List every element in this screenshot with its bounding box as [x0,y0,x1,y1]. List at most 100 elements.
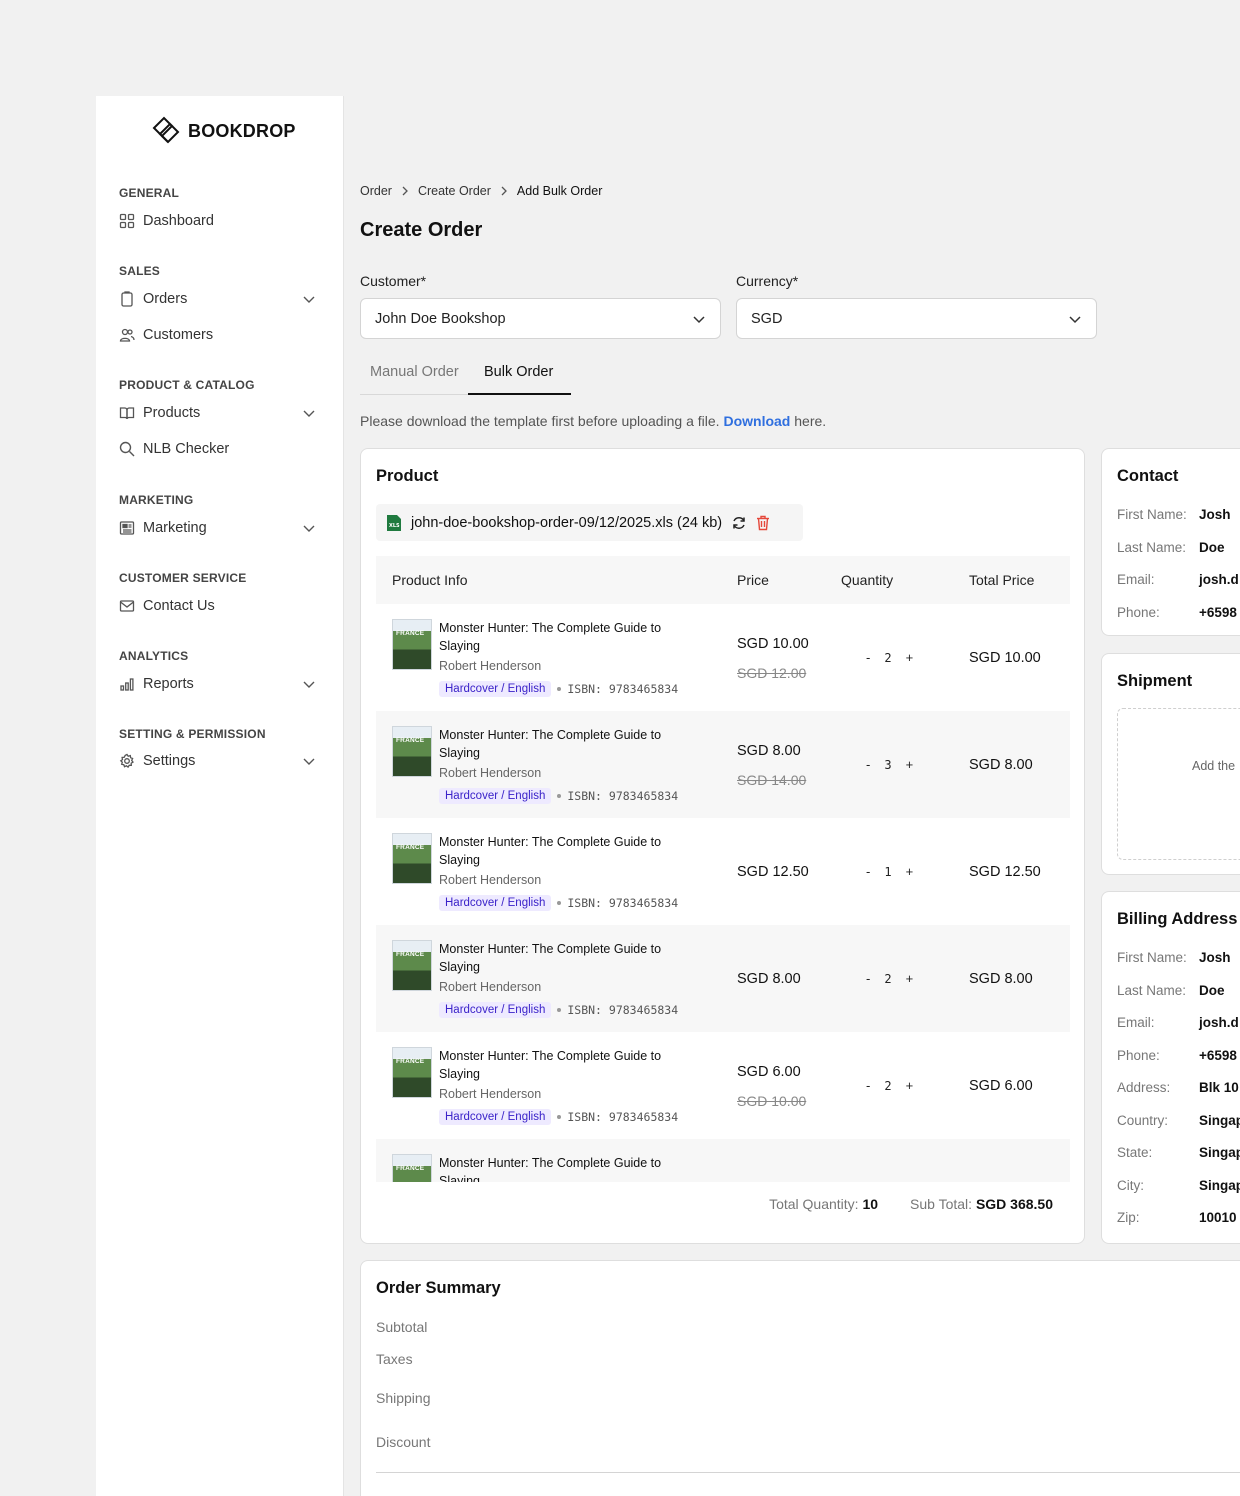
brand-logo[interactable]: BOOKDROP [150,114,296,148]
shipment-card-title: Shipment [1117,672,1193,690]
increase-quantity-button[interactable]: + [906,1078,914,1093]
product-title[interactable]: Monster Hunter: The Complete Guide to Sl… [439,619,689,655]
book-cover-image [392,833,432,884]
billing-email: Email: josh.d [1117,1015,1239,1030]
template-hint: Please download the template first befor… [360,413,826,429]
sidebar-item-reports[interactable]: Reports [119,676,324,692]
decrease-quantity-button[interactable]: - [866,650,870,665]
table-row: Monster Hunter: The Complete Guide to Sl… [376,1139,1070,1182]
sidebar-item-orders[interactable]: Orders [119,291,324,307]
quantity-value[interactable]: 3 [884,758,891,772]
summary-discount-label: Discount [376,1434,431,1450]
product-title[interactable]: Monster Hunter: The Complete Guide to Sl… [439,726,689,762]
chevron-down-icon[interactable] [302,521,316,535]
product-title[interactable]: Monster Hunter: The Complete Guide to Sl… [439,940,689,976]
quantity-value[interactable]: 2 [884,972,891,986]
product-total-price: SGD 12.50 [969,864,1041,880]
billing-city: City: Singap [1117,1178,1240,1193]
sidebar-item-label: Customers [143,327,214,343]
customer-select-value: John Doe Bookshop [375,310,506,327]
product-isbn: ISBN: 9783465834 [567,789,679,803]
product-table-body: Monster Hunter: The Complete Guide to Sl… [376,604,1070,1182]
book-cover-image [392,1154,432,1182]
sidebar-item-contact-us[interactable]: Contact Us [119,598,324,614]
chevron-down-icon[interactable] [302,677,316,691]
sub-total: Sub Total: SGD 368.50 [910,1196,1053,1212]
customer-select[interactable]: John Doe Bookshop [360,298,721,339]
field-value: +6598 [1199,1048,1237,1063]
field-label: Zip: [1117,1210,1140,1225]
chevron-down-icon [1069,315,1081,323]
sidebar-item-products[interactable]: Products [119,405,324,421]
separator-dot [557,687,562,691]
increase-quantity-button[interactable]: + [906,650,914,665]
total-quantity-label: Total Quantity: [769,1196,859,1212]
product-old-price: SGD 12.00 [737,665,807,681]
increase-quantity-button[interactable]: + [906,971,914,986]
product-title[interactable]: Monster Hunter: The Complete Guide to Sl… [439,1154,689,1182]
field-value: Doe [1199,983,1225,998]
add-shipment-dropzone[interactable]: Add the [1117,708,1240,860]
bookdrop-logo-icon [152,116,180,144]
chevron-down-icon[interactable] [302,754,316,768]
decrease-quantity-button[interactable]: - [866,757,870,772]
product-title[interactable]: Monster Hunter: The Complete Guide to Sl… [439,833,689,869]
main-content: Order Create Order Add Bulk Order Create… [344,96,1240,1496]
sidebar-item-nlb-checker[interactable]: NLB Checker [119,441,324,457]
product-author: Robert Henderson [439,980,542,994]
sidebar-item-marketing[interactable]: Marketing [119,520,324,536]
contact-card: Contact First Name: Josh Last Name: Doe Em… [1101,448,1240,636]
product-total-price: SGD 10.00 [969,650,1041,666]
tab-manual-order[interactable]: Manual Order [370,364,459,380]
quantity-value[interactable]: 2 [884,651,891,665]
nav-section-sales: SALES [119,264,161,278]
sidebar-item-label: Orders [143,291,188,307]
sidebar-item-label: Settings [143,753,196,769]
grid-icon [119,213,135,229]
trash-icon[interactable] [756,515,770,531]
sub-total-label: Sub Total: [910,1196,973,1212]
book-cover-image [392,1047,432,1098]
breadcrumb-item-order[interactable]: Order [360,184,392,198]
sidebar-item-settings[interactable]: Settings [119,753,324,769]
tab-bulk-order[interactable]: Bulk Order [484,364,553,380]
decrease-quantity-button[interactable]: - [866,971,870,986]
summary-shipping-label: Shipping [376,1390,431,1406]
product-title[interactable]: Monster Hunter: The Complete Guide to Sl… [439,1047,689,1083]
nav-section-marketing: MARKETING [119,493,194,507]
product-total-price: SGD 8.00 [969,757,1033,773]
chevron-down-icon[interactable] [302,406,316,420]
billing-address: Address: Blk 10 [1117,1080,1239,1095]
product-card-title: Product [376,467,439,485]
quantity-stepper: - 2 + [866,650,913,665]
currency-select[interactable]: SGD [736,298,1097,339]
decrease-quantity-button[interactable]: - [866,864,870,879]
field-label: First Name: [1117,950,1187,965]
book-cover-image [392,619,432,670]
chevron-down-icon[interactable] [302,292,316,306]
field-label: First Name: [1117,507,1187,522]
product-meta: Hardcover / English ISBN: 9783465834 [439,788,678,804]
product-price: SGD 8.00 [737,743,801,759]
download-template-link[interactable]: Download [723,413,790,429]
increase-quantity-button[interactable]: + [906,757,914,772]
chevron-right-icon [501,186,507,196]
increase-quantity-button[interactable]: + [906,864,914,879]
quantity-value[interactable]: 2 [884,1079,891,1093]
decrease-quantity-button[interactable]: - [866,1078,870,1093]
chevron-down-icon [693,315,705,323]
breadcrumb-item-current: Add Bulk Order [516,184,603,198]
contact-last-name: Last Name: Doe [1117,540,1225,555]
breadcrumb-item-create-order[interactable]: Create Order [418,184,491,198]
table-row: Monster Hunter: The Complete Guide to Sl… [376,818,1070,925]
quantity-value[interactable]: 1 [884,865,891,879]
nav-section-analytics: ANALYTICS [119,649,189,663]
add-shipment-placeholder: Add the [1192,759,1236,773]
sidebar-item-customers[interactable]: Customers [119,327,324,343]
column-header-product-info: Product Info [392,572,468,588]
field-label: Phone: [1117,605,1160,620]
format-badge: Hardcover / English [439,1002,552,1018]
field-label: Address: [1117,1080,1171,1095]
sidebar-item-dashboard[interactable]: Dashboard [119,213,324,229]
refresh-icon[interactable] [731,515,747,531]
